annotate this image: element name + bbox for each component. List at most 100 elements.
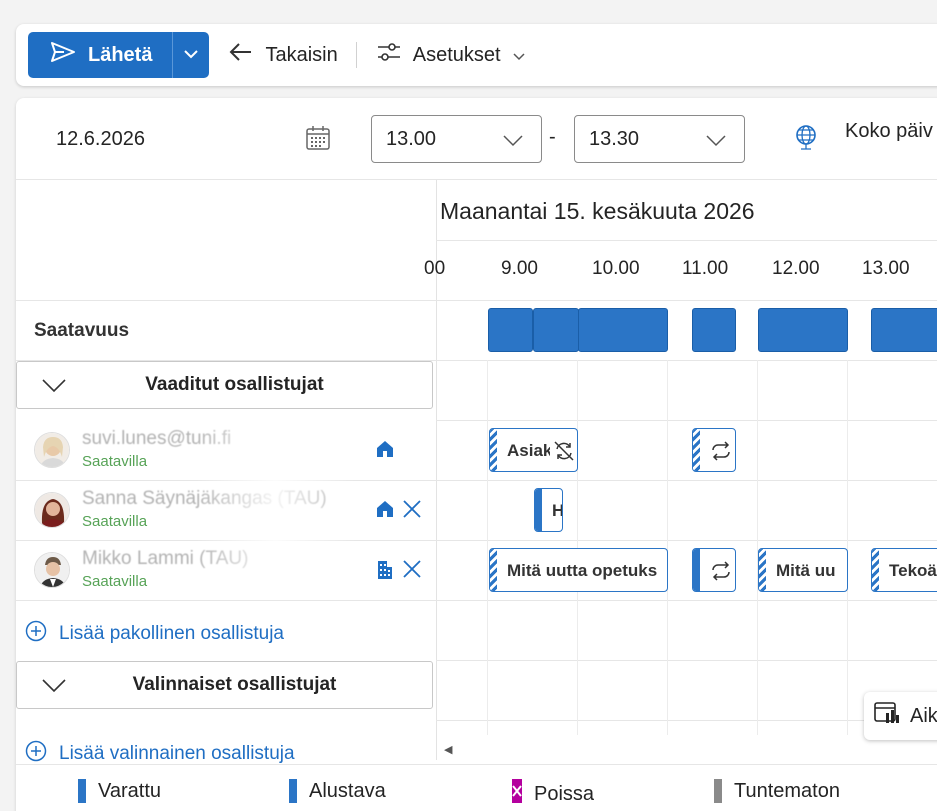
- availability-busy-block: [692, 308, 736, 352]
- back-label: Takaisin: [265, 43, 338, 66]
- recurring-icon: [710, 440, 732, 467]
- send-options-button[interactable]: [172, 32, 210, 78]
- availability-busy-block: [758, 308, 848, 352]
- legend-item: Alustava: [289, 779, 386, 803]
- legend-swatch-tentative: [289, 779, 297, 803]
- legend-label: Poissa: [534, 782, 595, 805]
- send-split-button: Lähetä: [28, 32, 210, 78]
- name-fade-overlay: [196, 420, 356, 480]
- chevron-down-icon: [42, 679, 66, 698]
- event-title: H: [552, 501, 562, 521]
- legend-item: Poissa: [512, 779, 594, 809]
- settings-button[interactable]: Asetukset: [377, 41, 525, 69]
- scroll-left-arrow-icon[interactable]: ◀: [444, 743, 452, 756]
- calendar-event[interactable]: H: [534, 488, 563, 532]
- calendar-event[interactable]: Tekoä: [871, 548, 937, 592]
- divider: [436, 240, 937, 241]
- divider: [16, 600, 937, 601]
- name-fade-overlay: [196, 480, 356, 540]
- divider: [436, 720, 937, 721]
- chevron-down-icon: [513, 44, 525, 67]
- chevron-down-icon: [706, 130, 726, 153]
- availability-busy-block: [871, 308, 937, 352]
- event-title: Asiak: [507, 441, 553, 460]
- divider: [436, 420, 937, 421]
- scheduling-assistant-button[interactable]: Aik: [864, 692, 937, 740]
- send-button[interactable]: Lähetä: [28, 32, 173, 78]
- avatar: [34, 432, 70, 468]
- start-time-dropdown[interactable]: 13.00: [371, 115, 542, 163]
- settings-label: Asetukset: [412, 43, 501, 66]
- calendar-event[interactable]: Mitä uu: [758, 548, 848, 592]
- hour-label: 13.00: [862, 258, 910, 279]
- hour-label: 00: [424, 258, 446, 279]
- calendar-event[interactable]: Mitä uutta opetuks: [489, 548, 668, 592]
- date-field[interactable]: 12.6.2026: [56, 128, 145, 151]
- event-title: Mitä uutta opetuks: [507, 561, 658, 580]
- calendar-event[interactable]: [692, 428, 736, 472]
- required-attendees-header[interactable]: Vaaditut osallistujat: [16, 361, 433, 409]
- name-fade-overlay: [196, 540, 356, 600]
- plus-circle-icon: [25, 620, 47, 648]
- remove-attendee-icon[interactable]: [402, 499, 422, 524]
- required-attendees-label: Vaaditut osallistujat: [145, 374, 324, 395]
- attendee-status: Saatavilla: [82, 573, 148, 590]
- grid-line: [487, 360, 488, 735]
- time-separator: -: [549, 126, 556, 148]
- attendee-row[interactable]: Sanna Säynäjäkangas (TAU) Saatavilla: [16, 480, 436, 540]
- globe-icon[interactable]: [793, 123, 819, 156]
- calendar-event[interactable]: [692, 548, 736, 592]
- legend-item: Varattu: [78, 779, 161, 803]
- legend-label: Varattu: [98, 779, 161, 802]
- availability-label: Saatavuus: [34, 320, 130, 341]
- add-optional-label: Lisää valinnainen osallistuja: [59, 743, 295, 764]
- availability-busy-block: [488, 308, 533, 352]
- optional-attendees-header[interactable]: Valinnaiset osallistujat: [16, 661, 433, 709]
- scheduling-assistant-label: Aik: [910, 704, 937, 727]
- grid-line: [757, 360, 758, 735]
- add-required-attendee-link[interactable]: Lisää pakollinen osallistuja: [25, 620, 284, 648]
- legend: Varattu Alustava Poissa Tuntematon: [16, 764, 937, 811]
- hour-label: 12.00: [772, 258, 820, 279]
- attendee-status: Saatavilla: [82, 513, 148, 530]
- optional-attendees-label: Valinnaiset osallistujat: [132, 674, 337, 695]
- end-time-dropdown[interactable]: 13.30: [574, 115, 745, 163]
- legend-swatch-unknown: [714, 779, 722, 803]
- avatar: [34, 552, 70, 588]
- send-icon: [50, 41, 76, 69]
- office-building-icon: [375, 559, 395, 586]
- arrow-left-icon: [229, 42, 253, 68]
- busy-stripe: [693, 549, 700, 591]
- scheduling-panel: 12.6.2026 13.00 - 13.30 Koko päiv Maanan…: [16, 98, 937, 811]
- tentative-stripe: [759, 549, 766, 591]
- all-day-toggle-label[interactable]: Koko päiv: [845, 120, 933, 143]
- legend-label: Tuntematon: [734, 779, 840, 802]
- home-icon: [375, 499, 395, 524]
- command-bar: Lähetä Takaisin Asetukset: [16, 24, 937, 86]
- sliders-icon: [377, 41, 401, 69]
- chevron-down-icon: [42, 379, 66, 398]
- attendee-status: Saatavilla: [82, 453, 148, 470]
- calendar-icon[interactable]: [305, 125, 331, 156]
- no-sync-icon: [550, 440, 575, 467]
- divider: [436, 660, 937, 661]
- home-icon: [375, 439, 395, 464]
- avatar: [34, 492, 70, 528]
- divider: [16, 300, 937, 301]
- busy-stripe: [535, 489, 542, 531]
- back-button[interactable]: Takaisin: [229, 42, 338, 68]
- chevron-down-icon: [184, 46, 199, 64]
- tentative-stripe: [872, 549, 879, 591]
- hour-label: 9.00: [501, 258, 538, 279]
- hour-label: 11.00: [682, 258, 729, 279]
- calendar-chart-icon: [874, 701, 900, 731]
- event-title: Mitä uu: [776, 561, 836, 580]
- tentative-stripe: [490, 429, 497, 471]
- attendee-row[interactable]: Mikko Lammi (TAU) Saatavilla: [16, 540, 436, 600]
- remove-attendee-icon[interactable]: [402, 559, 422, 584]
- chevron-down-icon: [503, 130, 523, 153]
- availability-busy-block: [578, 308, 668, 352]
- calendar-event[interactable]: Asiak: [489, 428, 578, 472]
- grid-line: [667, 360, 668, 735]
- attendee-row[interactable]: suvi.lunes@tuni.fi Saatavilla: [16, 420, 436, 480]
